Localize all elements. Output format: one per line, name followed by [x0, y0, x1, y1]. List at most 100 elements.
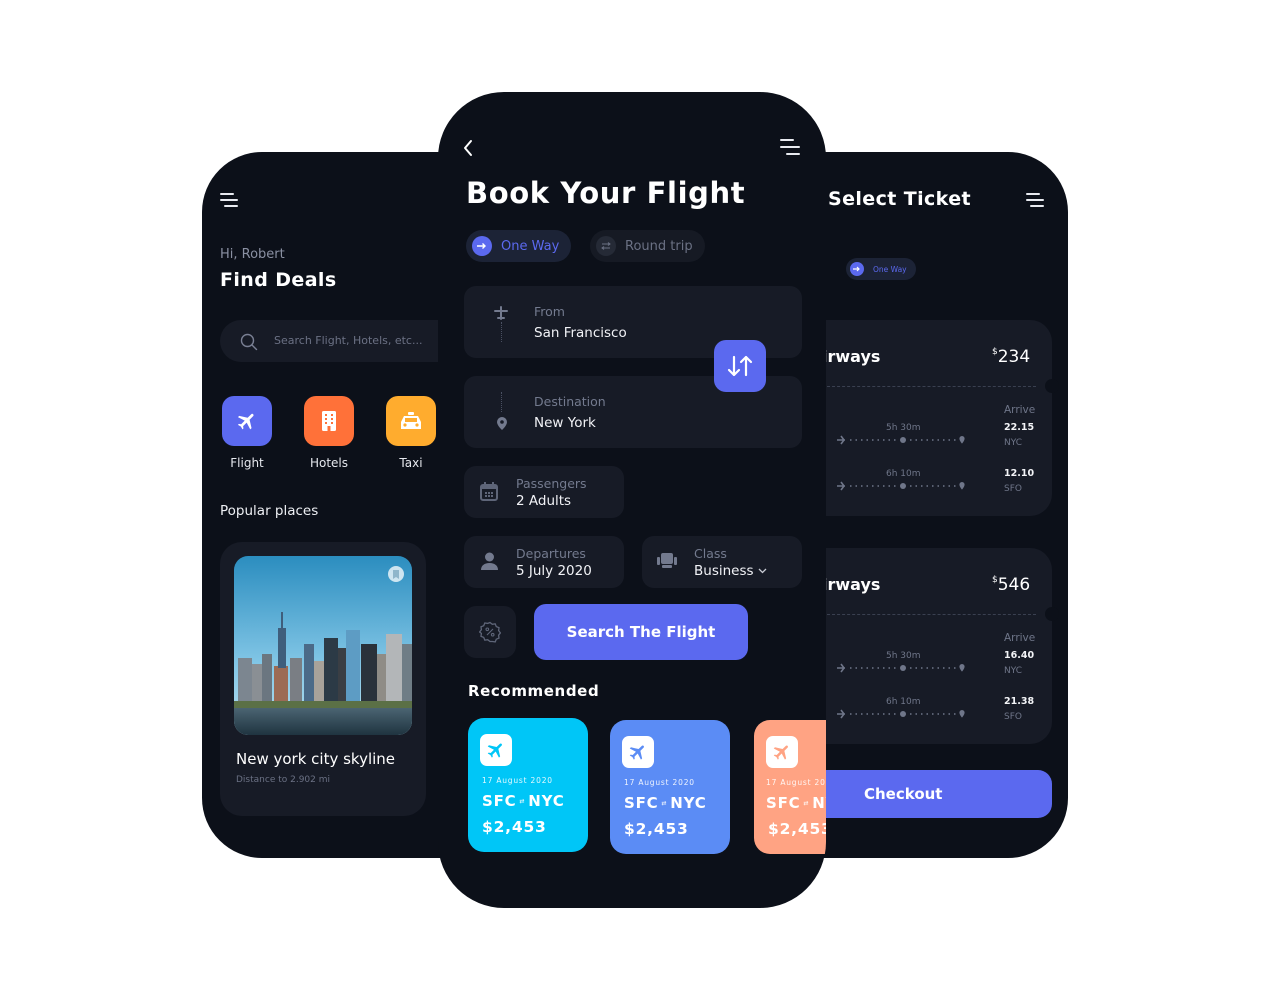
greeting: Hi, Robert: [220, 247, 285, 262]
seat-icon: [657, 553, 677, 568]
route-line: [837, 663, 965, 673]
recommended-card[interactable]: 17 August 2020 SFC⇄NYC $2,453: [610, 720, 730, 854]
departures-field[interactable]: Departures 5 July 2020: [464, 536, 624, 588]
discount-button[interactable]: [464, 606, 516, 658]
airplane-icon-badge: [480, 734, 512, 766]
divider: [822, 614, 1036, 615]
taxi-icon: [401, 412, 421, 429]
divider: [822, 386, 1036, 387]
discount-badge-icon: [479, 621, 501, 643]
price-value: 546: [997, 575, 1031, 595]
origin-code: SFC: [624, 794, 659, 812]
swap-icon: ⇄: [661, 800, 668, 807]
page-title: Select Ticket: [828, 188, 971, 210]
select-ticket-screen: Select Ticket One Way irways $234 Arrive…: [810, 152, 1068, 858]
arrow-right-icon: [472, 236, 492, 256]
category-label: Flight: [230, 456, 264, 470]
trip-type-round-trip[interactable]: Round trip: [590, 230, 705, 262]
route-line: [837, 709, 965, 719]
ticket-notch: [1045, 607, 1059, 621]
category-hotels[interactable]: Hotels: [304, 396, 359, 470]
ticket-card[interactable]: irways $234 Arrive 5h 30m 22.15 NYC 6h 1…: [810, 320, 1059, 516]
trip-type-one-way[interactable]: One Way: [466, 230, 572, 262]
page-title: Book Your Flight: [466, 176, 746, 210]
category-taxi[interactable]: Taxi: [386, 396, 441, 470]
departures-label: Departures: [516, 546, 586, 561]
back-arrow-icon[interactable]: [462, 139, 474, 157]
route-line: [837, 481, 965, 491]
swap-horizontal-icon: [596, 236, 616, 256]
arrive-time: 22.15: [1004, 422, 1035, 433]
category-flight[interactable]: Flight: [222, 396, 277, 470]
swap-icon: ⇄: [519, 798, 526, 805]
from-label: From: [534, 304, 565, 319]
leg-duration: 5h 30m: [886, 423, 921, 433]
trip-type-label: One Way: [873, 264, 907, 274]
flight-price: $2,453: [768, 820, 826, 838]
flight-route: SFC⇄NYC: [766, 794, 826, 812]
menu-icon[interactable]: [780, 139, 800, 155]
section-title: Popular places: [220, 503, 319, 519]
airplane-icon: [773, 745, 788, 760]
route-dots: [501, 322, 502, 342]
trip-type-pill[interactable]: One Way: [846, 258, 916, 280]
taxi-tile[interactable]: [386, 396, 436, 446]
ticket-card[interactable]: irways $546 Arrive 5h 30m 16.40 NYC 6h 1…: [810, 548, 1059, 744]
checkout-button[interactable]: Checkout: [810, 770, 1052, 818]
class-value: Business: [694, 563, 754, 579]
leg-duration: 6h 10m: [886, 697, 921, 707]
find-deals-screen: Hi, Robert Find Deals Search Flight, Hot…: [202, 152, 462, 858]
place-card[interactable]: New york city skyline Distance to 2.902 …: [220, 542, 426, 816]
flight-tile[interactable]: [222, 396, 272, 446]
passengers-label: Passengers: [516, 476, 587, 491]
flight-date: 17 August 2020: [766, 778, 826, 787]
arrive-time: 12.10: [1004, 468, 1035, 479]
destination-code: NYC: [528, 792, 565, 810]
flight-date: 17 August 2020: [624, 778, 695, 787]
origin-code: SFC: [766, 794, 801, 812]
place-title: New york city skyline: [236, 750, 396, 768]
search-icon: [240, 333, 258, 351]
arrow-right-icon: [850, 262, 864, 276]
departures-value: 5 July 2020: [516, 563, 592, 579]
menu-icon[interactable]: [1026, 193, 1046, 209]
ticket-price: $546: [992, 575, 1030, 595]
page-heading: Find Deals: [220, 269, 337, 291]
destination-value: New York: [534, 415, 596, 431]
passengers-value: 2 Adults: [516, 493, 572, 509]
airplane-icon: [487, 743, 502, 758]
arrive-label: Arrive: [1004, 404, 1036, 416]
hotel-icon: [322, 411, 336, 431]
airplane-icon: [237, 413, 254, 430]
flight-route: SFC⇄NYC: [624, 794, 707, 812]
airplane-icon-badge: [622, 736, 654, 768]
destination-label: Destination: [534, 394, 606, 409]
arrive-time: 16.40: [1004, 650, 1035, 661]
bookmark-button[interactable]: [388, 566, 404, 582]
arrive-label: Arrive: [1004, 632, 1036, 644]
search-flight-button[interactable]: Search The Flight: [534, 604, 748, 660]
swap-locations-button[interactable]: [714, 340, 766, 392]
passengers-field[interactable]: Passengers 2 Adults: [464, 466, 624, 518]
trip-type-label: One Way: [501, 238, 560, 254]
arrive-code: SFO: [1004, 484, 1022, 494]
class-label: Class: [694, 546, 727, 561]
route-line: [837, 435, 965, 445]
hotels-tile[interactable]: [304, 396, 354, 446]
flight-date: 17 August 2020: [482, 776, 553, 785]
place-photo: [234, 556, 412, 735]
airplane-icon: [629, 745, 644, 760]
class-select[interactable]: Class Business: [642, 536, 802, 588]
price-value: 234: [997, 347, 1031, 367]
from-value: San Francisco: [534, 325, 627, 341]
category-label: Hotels: [309, 456, 349, 470]
recommended-card[interactable]: 17 August 2020 SFC⇄NYC $2,453: [754, 720, 826, 854]
arrive-time: 21.38: [1004, 696, 1035, 707]
ticket-notch: [1045, 379, 1059, 393]
search-input[interactable]: Search Flight, Hotels, etc...: [220, 320, 462, 362]
calendar-icon: [480, 482, 498, 501]
search-placeholder: Search Flight, Hotels, etc...: [274, 334, 423, 347]
recommended-card[interactable]: 17 August 2020 SFC⇄NYC $2,453: [468, 718, 588, 852]
menu-icon[interactable]: [220, 193, 240, 209]
arrive-code: NYC: [1004, 438, 1023, 448]
